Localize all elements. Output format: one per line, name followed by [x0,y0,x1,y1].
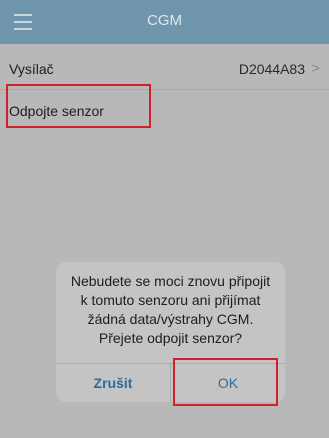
dialog-message: Nebudete se moci znovu připojit k tomuto… [70,273,271,346]
disconnect-sensor-label: Odpojte senzor [9,103,104,119]
transmitter-row[interactable]: Vysílač D2044A83 > [0,48,329,90]
cancel-button[interactable]: Zrušit [56,364,171,402]
transmitter-label: Vysílač [9,61,54,77]
transmitter-id: D2044A83 [238,61,305,77]
disconnect-sensor-row[interactable]: Odpojte senzor [0,90,329,132]
page-title: CGM [147,12,182,29]
chevron-right-icon: > [311,60,320,77]
top-bar: CGM [0,0,329,44]
dialog-actions: Zrušit OK [56,363,285,402]
confirm-dialog: Nebudete se moci znovu připojit k tomuto… [56,262,285,402]
ok-button[interactable]: OK [171,364,285,402]
app-screen: CGM Vysílač D2044A83 > Odpojte senzor Ne… [0,0,329,438]
